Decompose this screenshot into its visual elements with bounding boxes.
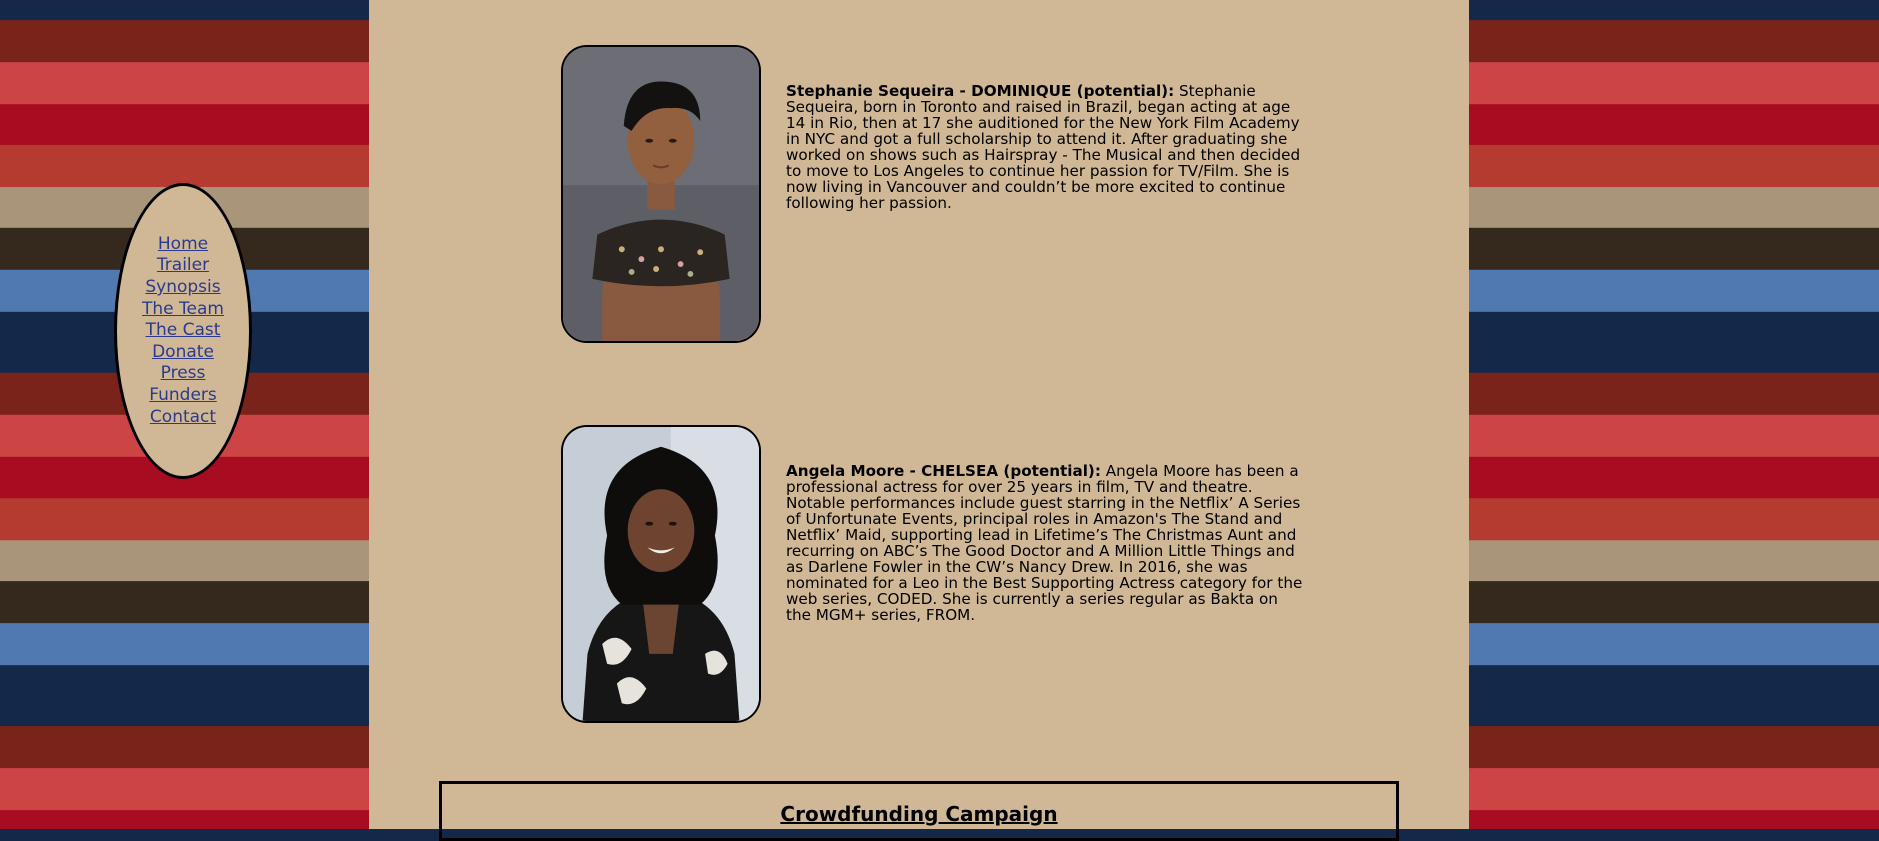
nav-link-trailer[interactable]: Trailer	[157, 255, 209, 277]
nav-oval: Home Trailer Synopsis The Team The Cast …	[114, 183, 252, 479]
nav-link-contact[interactable]: Contact	[150, 407, 216, 429]
crowdfunding-box: Crowdfunding Campaign	[439, 781, 1399, 841]
cast-photo-angela-moore	[561, 425, 761, 723]
cast-bio-text: Angela Moore has been a professional act…	[786, 462, 1303, 624]
nav-link-synopsis[interactable]: Synopsis	[145, 277, 220, 299]
cast-photo-stephanie-sequeira	[561, 45, 761, 343]
cast-bio-text: Stephanie Sequeira, born in Toronto and …	[786, 82, 1301, 212]
nav-link-home[interactable]: Home	[158, 234, 208, 256]
cast-bio-angela-moore: Angela Moore - CHELSEA (potential): Ange…	[786, 463, 1306, 623]
crowdfunding-title: Crowdfunding Campaign	[780, 802, 1058, 826]
nav-link-funders[interactable]: Funders	[149, 385, 217, 407]
nav-link-the-cast[interactable]: The Cast	[146, 320, 221, 342]
nav-link-the-team[interactable]: The Team	[142, 299, 224, 321]
nav-link-donate[interactable]: Donate	[152, 342, 214, 364]
cast-bio-stephanie-sequeira: Stephanie Sequeira - DOMINIQUE (potentia…	[786, 83, 1306, 211]
nav-link-press[interactable]: Press	[161, 363, 206, 385]
